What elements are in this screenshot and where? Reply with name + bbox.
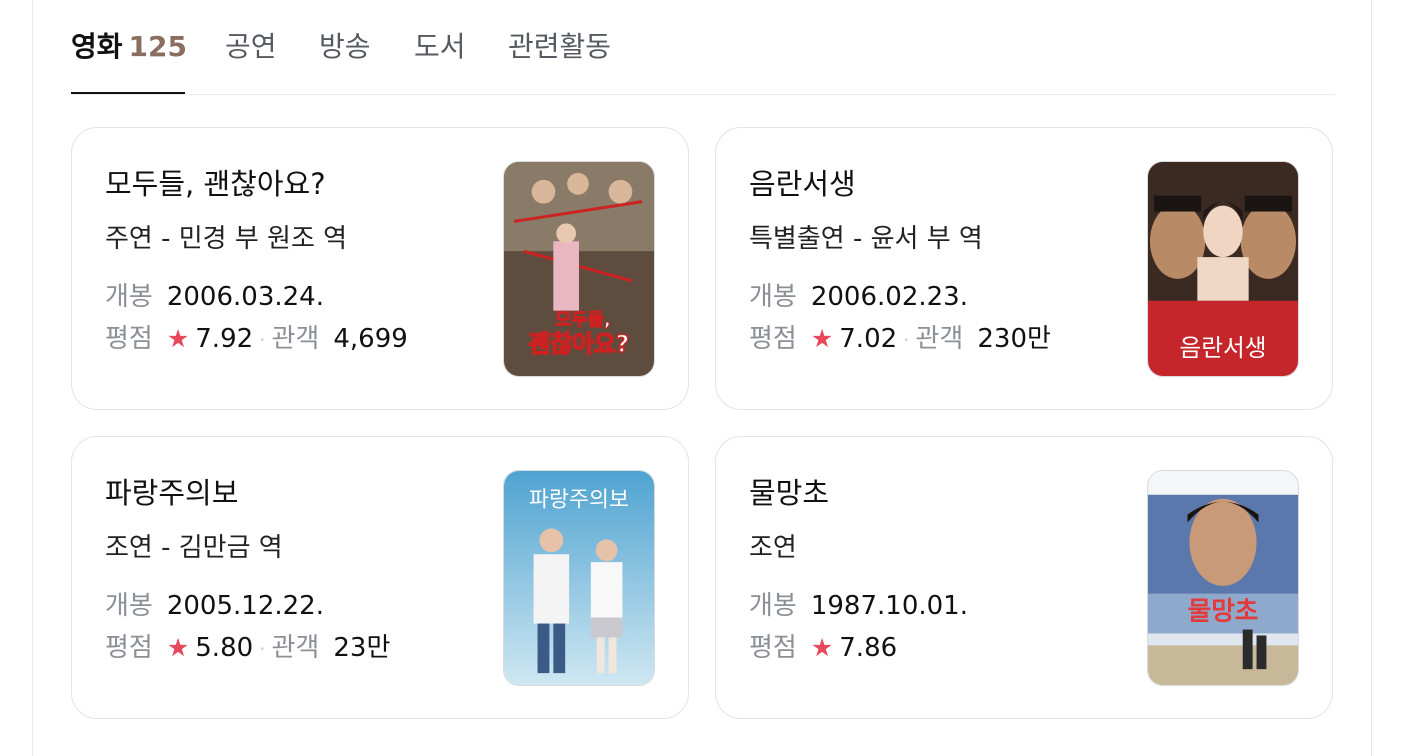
release-label: 개봉 <box>105 591 153 621</box>
release-label: 개봉 <box>105 282 153 312</box>
separator-dot: · <box>259 637 266 661</box>
svg-text:음란서생: 음란서생 <box>1179 334 1266 362</box>
movie-card[interactable]: 파랑주의보 조연 - 김만금 역 개봉 2005.12.22. 평점 ★ 5.80 · 관… <box>71 436 689 719</box>
movie-poster[interactable]: 파랑주의보 <box>503 470 655 686</box>
tab-performance-label: 공연 <box>225 30 277 63</box>
svg-text:모두들,: 모두들, <box>555 309 611 330</box>
movie-card[interactable]: 물망초 조연 개봉 1987.10.01. 평점 ★ 7.86 물망초 <box>715 436 1333 719</box>
rating-value: 7.02 <box>839 324 898 354</box>
audience-label: 관객 <box>915 324 964 354</box>
movie-role: 주연 - 민경 부 원조 역 <box>105 224 348 254</box>
movie-card[interactable]: 음란서생 특별출연 - 윤서 부 역 개봉 2006.02.23. 평점 ★ 7.02… <box>715 127 1333 410</box>
tab-movie-label: 영화 <box>71 30 123 63</box>
release-line: 개봉 2006.02.23. <box>749 279 968 315</box>
movie-role: 특별출연 - 윤서 부 역 <box>749 224 983 254</box>
release-line: 개봉 2005.12.22. <box>105 588 324 624</box>
svg-text:물망초: 물망초 <box>1188 597 1259 627</box>
tab-movie[interactable]: 영화 125 <box>71 29 187 65</box>
star-icon: ★ <box>166 324 190 353</box>
audience-value: 230만 <box>977 324 1051 354</box>
active-tab-underline <box>71 92 185 94</box>
rating-label: 평점 <box>105 633 153 663</box>
rating-value: 7.86 <box>839 633 898 663</box>
rating-label: 평점 <box>749 324 797 354</box>
rating-line: 평점 ★ 7.92 · 관객 4,699 <box>105 321 408 358</box>
tab-broadcast-label: 방송 <box>319 30 371 63</box>
release-line: 개봉 2006.03.24. <box>105 279 324 315</box>
movie-title[interactable]: 모두들, 괜찮아요? <box>105 165 326 203</box>
release-label: 개봉 <box>749 591 797 621</box>
tab-movie-count: 125 <box>128 30 187 63</box>
separator-dot: · <box>903 328 910 352</box>
tab-books[interactable]: 도서 <box>414 29 466 65</box>
release-date: 1987.10.01. <box>810 591 968 621</box>
rating-value: 7.92 <box>195 324 254 354</box>
separator-dot: · <box>259 328 266 352</box>
rating-value: 5.80 <box>195 633 254 663</box>
movie-title[interactable]: 파랑주의보 <box>105 474 238 512</box>
rating-label: 평점 <box>105 324 153 354</box>
star-icon: ★ <box>810 324 834 353</box>
tab-performance[interactable]: 공연 <box>225 29 277 65</box>
tab-broadcast[interactable]: 방송 <box>319 29 371 65</box>
audience-value: 23만 <box>333 633 391 663</box>
release-line: 개봉 1987.10.01. <box>749 588 968 624</box>
rating-line: 평점 ★ 5.80 · 관객 23만 <box>105 630 390 667</box>
star-icon: ★ <box>166 633 190 662</box>
star-icon: ★ <box>810 633 834 662</box>
movie-title[interactable]: 음란서생 <box>749 165 856 203</box>
release-label: 개봉 <box>749 282 797 312</box>
movie-poster[interactable]: 물망초 <box>1147 470 1299 686</box>
release-date: 2006.03.24. <box>166 282 324 312</box>
rating-line: 평점 ★ 7.86 <box>749 630 897 666</box>
release-date: 2005.12.22. <box>166 591 324 621</box>
movie-role: 조연 <box>749 533 797 563</box>
release-date: 2006.02.23. <box>810 282 968 312</box>
audience-label: 관객 <box>271 633 320 663</box>
filmography-tabs: 영화 125 공연 방송 도서 관련활동 <box>71 0 1335 95</box>
movie-title[interactable]: 물망초 <box>749 474 829 512</box>
movie-poster[interactable]: 모두들, 괜찮아요? <box>503 161 655 377</box>
movie-poster[interactable]: 음란서생 <box>1147 161 1299 377</box>
svg-text:파랑주의보: 파랑주의보 <box>529 488 629 513</box>
movie-card[interactable]: 모두들, 괜찮아요? 주연 - 민경 부 원조 역 개봉 2006.03.24. … <box>71 127 689 410</box>
audience-label: 관객 <box>271 324 320 354</box>
rating-label: 평점 <box>749 633 797 663</box>
tab-related-activities-label: 관련활동 <box>508 30 612 63</box>
tab-related-activities[interactable]: 관련활동 <box>508 29 611 65</box>
svg-text:괜찮아요?: 괜찮아요? <box>529 330 630 358</box>
movie-role: 조연 - 김만금 역 <box>105 533 283 563</box>
audience-value: 4,699 <box>333 324 408 354</box>
rating-line: 평점 ★ 7.02 · 관객 230만 <box>749 321 1051 358</box>
tab-books-label: 도서 <box>414 30 466 63</box>
